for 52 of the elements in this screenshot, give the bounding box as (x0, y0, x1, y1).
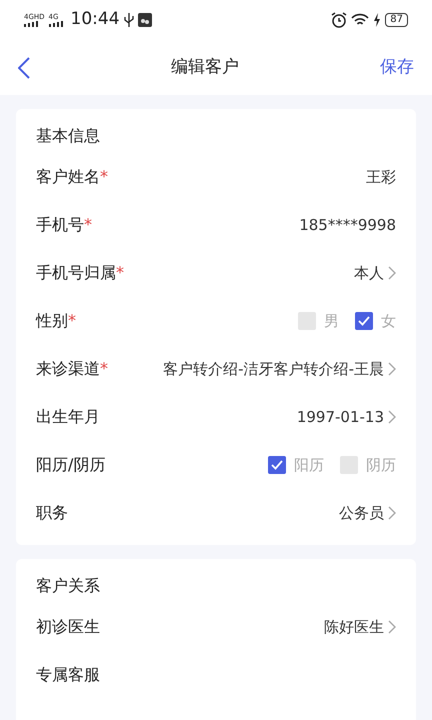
signal-icon (24, 20, 38, 26)
back-icon (18, 56, 30, 78)
chevron-right-icon (388, 362, 396, 376)
option-label: 男 (324, 310, 339, 332)
select-field[interactable]: 本人 (354, 262, 396, 284)
charging-icon (373, 13, 382, 27)
field-label: 出生年月 (36, 406, 100, 428)
field-label: 手机号 (36, 214, 84, 236)
clock-time: 10:44 (70, 8, 120, 32)
select-field[interactable]: 客户转介绍-洁牙客户转介绍-王晨 (163, 358, 396, 380)
chevron-right-icon (388, 410, 396, 424)
field-label: 手机号归属 (36, 262, 116, 284)
wifi-icon (351, 13, 370, 27)
required-mark: * (68, 310, 76, 332)
chevron-right-icon (388, 506, 396, 520)
chevron-right-icon (388, 266, 396, 280)
field-label: 客户姓名 (36, 166, 100, 188)
usb-icon (124, 13, 134, 27)
select-field[interactable]: 1997-01-13 (296, 406, 396, 428)
required-mark: * (84, 214, 92, 236)
checkbox[interactable] (298, 312, 316, 330)
check-icon (271, 460, 283, 470)
required-mark: * (100, 166, 108, 188)
select-field[interactable]: 陈好医生 (324, 616, 396, 638)
select-field[interactable]: 公务员 (339, 502, 396, 524)
field-label: 性别 (36, 310, 68, 332)
page-title: 编辑客户 (171, 56, 239, 79)
checkbox[interactable] (268, 456, 286, 474)
field-label: 初诊医生 (36, 616, 100, 638)
battery-level: 87 (385, 13, 408, 27)
field-value: 王彩 (366, 166, 396, 188)
back-button[interactable] (18, 56, 30, 78)
checkbox[interactable] (355, 312, 373, 330)
field-label: 来诊渠道 (36, 358, 100, 380)
required-mark: * (100, 358, 108, 380)
field-label: 职务 (36, 502, 68, 524)
chevron-right-icon (388, 620, 396, 634)
section-title: 客户关系 (36, 575, 101, 597)
check-icon (358, 316, 370, 326)
alarm-icon (331, 12, 348, 28)
section-title: 基本信息 (36, 125, 101, 147)
option-label: 阳历 (294, 454, 324, 476)
signal-icon (48, 20, 63, 26)
option-label: 阴历 (366, 454, 396, 476)
checkbox[interactable] (340, 456, 358, 474)
field-label: 专属客服 (36, 664, 100, 686)
app-notification-icon (138, 13, 152, 27)
required-mark: * (116, 262, 124, 284)
field-label: 阳历/阴历 (36, 454, 106, 476)
option-label: 女 (381, 310, 396, 332)
save-button[interactable]: 保存 (380, 54, 414, 80)
field-value: 185****9998 (299, 214, 396, 236)
